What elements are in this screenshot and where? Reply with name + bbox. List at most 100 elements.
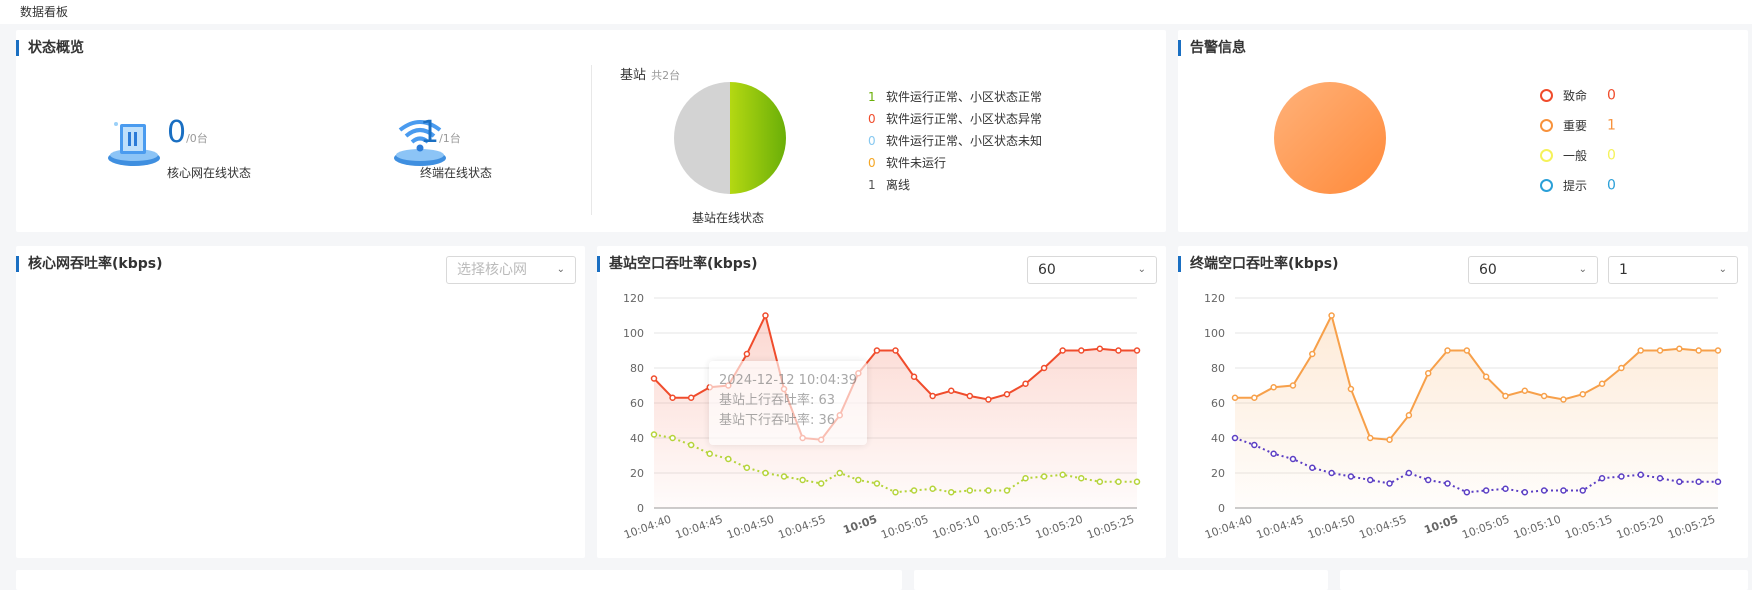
x-tick-label: 10:05:15 [982, 513, 1033, 542]
alarm-card: 告警信息 致命 0 重要 1 一般 0 提示 0 [1178, 30, 1748, 232]
x-tick-label: 10:04:45 [1255, 513, 1306, 542]
data-point [929, 485, 936, 492]
data-point [1289, 382, 1297, 389]
data-point [892, 347, 899, 354]
data-point [1059, 471, 1066, 478]
terminal-throughput-chart[interactable]: 02040608010012010:04:40 10:04:45 10:04:50 1… [1178, 282, 1748, 552]
data-point [669, 434, 676, 442]
data-point [1231, 394, 1239, 401]
base-legend-count: 0 [868, 112, 876, 126]
data-point [1656, 475, 1664, 482]
y-tick-label: 40 [1211, 432, 1225, 445]
data-point [1598, 475, 1606, 482]
data-point [1003, 391, 1011, 398]
core-network-label: 核心网在线状态 [167, 166, 252, 180]
y-tick-label: 120 [623, 292, 644, 305]
alarm-pie [1274, 82, 1386, 194]
data-point [892, 489, 899, 496]
y-tick-label: 100 [623, 327, 644, 340]
data-point [1133, 478, 1141, 485]
base-throughput-chart[interactable]: 02040608010012010:04:40 10:04:45 10:04:50 1… [597, 282, 1166, 552]
data-point [855, 476, 862, 484]
alarm-legend: 致命 0 重要 1 一般 0 提示 0 [1540, 86, 1660, 196]
pie-slice-normal [730, 82, 786, 194]
data-point [1231, 434, 1239, 442]
data-point [1695, 347, 1702, 354]
data-point [1115, 478, 1122, 485]
data-point [1328, 312, 1335, 319]
data-point [1482, 487, 1490, 494]
terminal-interval-select[interactable]: 60 ⌄ [1468, 256, 1598, 284]
data-point [1022, 475, 1029, 482]
data-point [873, 480, 881, 487]
x-tick-label: 10:04:40 [622, 513, 673, 542]
chevron-down-icon: ⌄ [1137, 264, 1146, 275]
base-station-heading: 基站 共2台 [620, 64, 680, 83]
alarm-legend-item[interactable]: 一般 0 [1540, 146, 1616, 164]
x-tick-label: 10:04:55 [776, 513, 827, 542]
alarm-legend-item[interactable]: 提示 0 [1540, 176, 1616, 194]
data-point [650, 431, 658, 438]
base-throughput-card: 基站空口吞吐率(kbps) 60 ⌄ 0 20 40 60 80 100 120 10:04:… [597, 246, 1166, 558]
data-point [762, 312, 769, 319]
data-point [1463, 347, 1471, 354]
alarm-legend-item[interactable]: 重要 1 [1540, 116, 1616, 134]
data-point [1540, 487, 1548, 494]
data-point [1502, 485, 1509, 492]
data-point [985, 396, 992, 403]
data-point [1695, 478, 1702, 485]
data-point [762, 469, 769, 477]
data-point [966, 392, 974, 400]
core-throughput-card: 核心网吞吐率(kbps) 选择核心网 ⌄ [16, 246, 585, 558]
base-legend-item[interactable]: 1 离线 [868, 176, 910, 193]
base-legend-count: 1 [868, 90, 876, 104]
data-point [706, 450, 713, 457]
data-point [1521, 489, 1529, 496]
tooltip-up: 基站上行吞吐率: 63 [719, 393, 836, 408]
data-point [1078, 475, 1085, 482]
data-point [910, 373, 918, 380]
terminal-throughput-title: 终端空口吞吐率(kbps) [1178, 256, 1338, 272]
x-tick-label: 10:05:20 [1034, 513, 1085, 542]
data-point [1040, 473, 1048, 480]
terminal-count-select[interactable]: 1 ⌄ [1608, 256, 1738, 284]
base-legend-label: 软件运行正常、小区状态异常 [886, 112, 1043, 126]
base-throughput-title: 基站空口吞吐率(kbps) [597, 256, 757, 272]
base-interval-select[interactable]: 60 ⌄ [1027, 256, 1157, 284]
data-point [1386, 436, 1393, 443]
data-point [1540, 392, 1548, 400]
data-point [1714, 347, 1722, 354]
base-legend-item[interactable]: 0 软件运行正常、小区状态未知 [868, 132, 1042, 149]
terminal-count: 1/1台 [420, 118, 461, 148]
data-point [1115, 347, 1122, 354]
x-tick-label: 10:05:05 [1460, 513, 1511, 542]
data-point [1579, 391, 1587, 398]
core-network-select[interactable]: 选择核心网 ⌄ [446, 256, 576, 284]
alarm-title: 告警信息 [1178, 40, 1246, 56]
base-legend-item[interactable]: 1 软件运行正常、小区状态正常 [868, 88, 1042, 105]
terminal-total: /1台 [439, 132, 461, 145]
core-network-icon [106, 110, 162, 168]
data-point [1347, 385, 1355, 393]
alarm-legend-item[interactable]: 致命 0 [1540, 86, 1616, 104]
data-point [1579, 487, 1587, 494]
core-network-online: 0 [167, 115, 187, 150]
alarm-legend-label: 致命 [1563, 88, 1588, 103]
data-point [743, 350, 751, 358]
alarm-legend-label: 重要 [1563, 118, 1588, 133]
data-point [1618, 473, 1625, 480]
data-point [1424, 476, 1432, 484]
base-interval-value: 60 [1038, 262, 1056, 278]
data-point [1676, 345, 1683, 352]
base-legend-item[interactable]: 0 软件运行正常、小区状态异常 [868, 110, 1042, 127]
data-point [1444, 347, 1451, 354]
y-tick-label: 80 [630, 362, 644, 375]
data-point [1078, 347, 1085, 354]
base-legend-label: 离线 [886, 178, 911, 192]
chart-tooltip: 2024-12-12 10:04:39 基站上行吞吐率: 63 基站下行吞吐率:… [709, 361, 867, 445]
data-point [650, 375, 658, 382]
base-legend-item[interactable]: 0 软件未运行 [868, 154, 946, 171]
series-area [1235, 315, 1718, 508]
data-point [947, 489, 955, 496]
x-tick-label: 10:05:10 [931, 513, 982, 542]
